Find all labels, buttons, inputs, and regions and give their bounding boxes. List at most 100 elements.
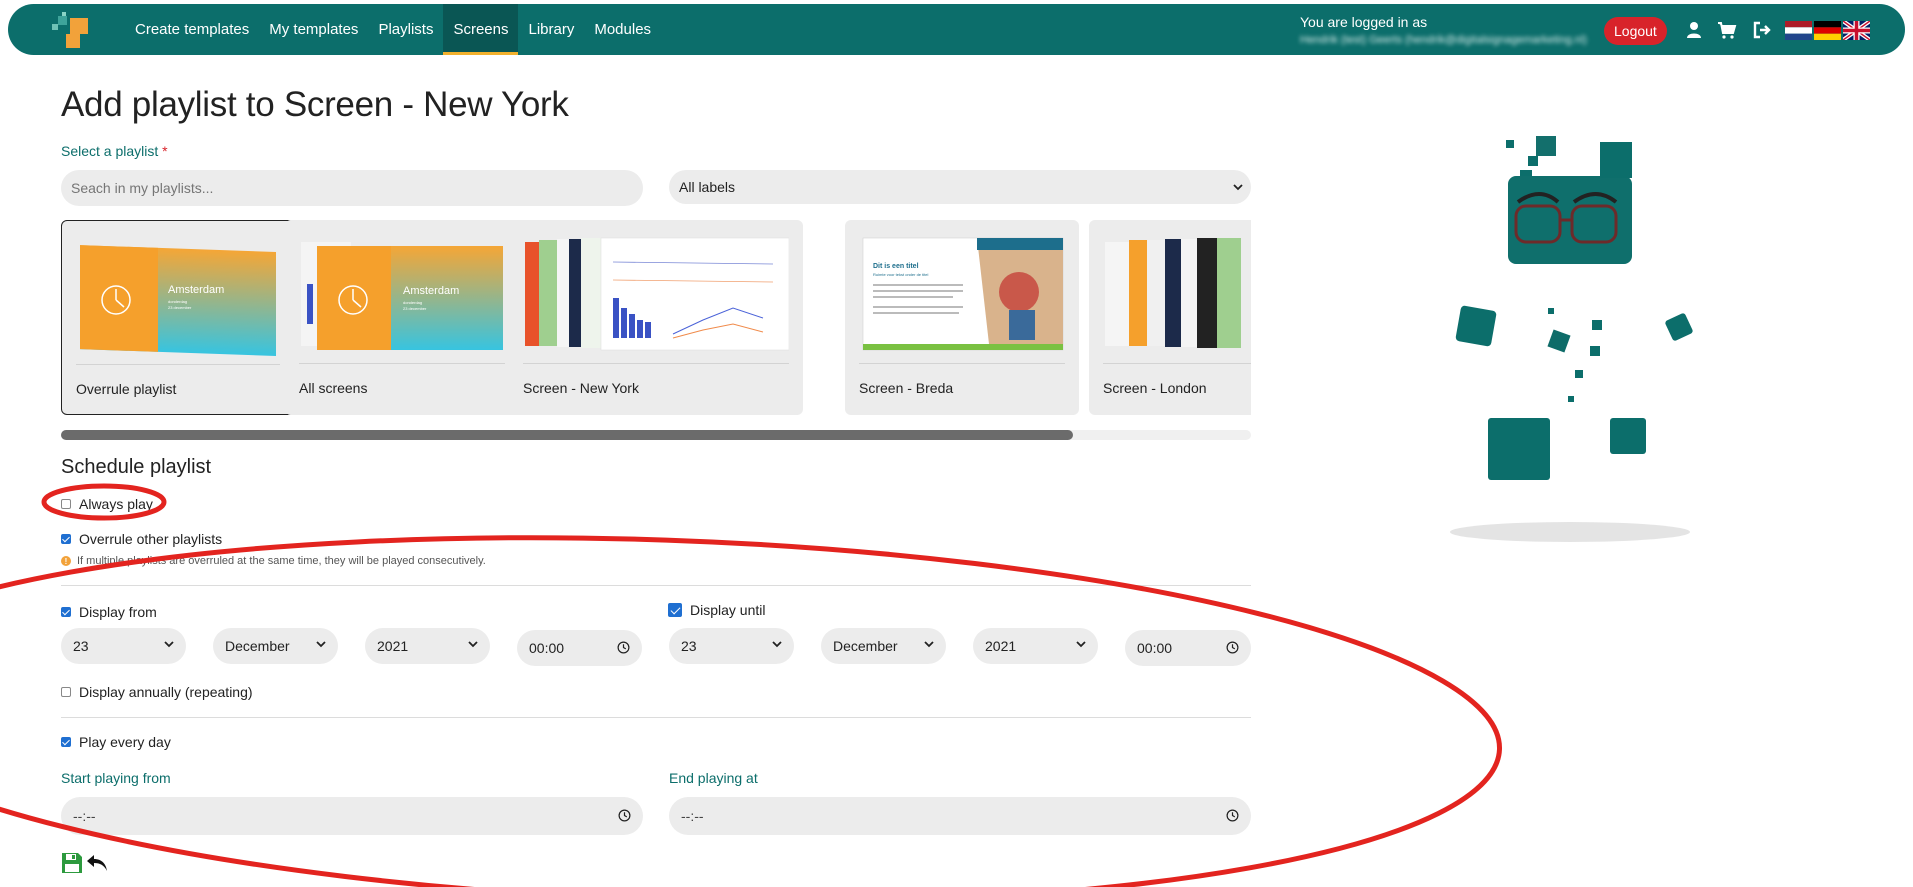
nav-modules[interactable]: Modules (584, 4, 661, 55)
nav-create-templates[interactable]: Create templates (125, 4, 259, 55)
labels-select[interactable]: All labels (669, 170, 1251, 204)
display-from-checkbox[interactable] (61, 607, 71, 617)
nav-playlists[interactable]: Playlists (368, 4, 443, 55)
start-playing-value: --:-- (73, 808, 96, 824)
annually-row[interactable]: Display annually (repeating) (61, 684, 253, 700)
thumb-subtitle: Ruimte voor tekst onder de titel (873, 272, 928, 277)
required-marker: * (162, 143, 168, 159)
from-time-value: 00:00 (529, 640, 565, 656)
clock-icon (618, 809, 631, 822)
chevron-down-icon (164, 641, 174, 648)
logged-in-user: Hendrik (test) Geerts (hendrik@digitalsi… (1300, 34, 1587, 46)
back-arrow-icon[interactable] (86, 853, 108, 873)
chevron-down-icon (1076, 641, 1086, 648)
playlist-card-overrule[interactable]: Amsterdam donderdag 23 december Overrule… (61, 220, 295, 415)
overrule-info-text: If multiple playlists are overruled at t… (77, 555, 486, 567)
playlist-thumbnail: Dit is een titel Ruimte voor tekst onder… (862, 237, 1064, 351)
clock-icon (1226, 809, 1239, 822)
logo[interactable] (46, 10, 96, 52)
mascot-illustration (1450, 136, 1693, 542)
display-until-row[interactable]: Display until (668, 602, 765, 618)
until-day-select[interactable]: 23 (669, 628, 794, 664)
from-year-value: 2021 (377, 638, 409, 654)
overrule-checkbox[interactable] (61, 534, 71, 544)
playlist-thumbnail (1105, 238, 1241, 348)
always-play-checkbox[interactable] (61, 499, 71, 509)
from-year-select[interactable]: 2021 (365, 628, 490, 664)
thumb-date: 23 december (403, 306, 427, 311)
until-year-select[interactable]: 2021 (973, 628, 1098, 664)
nav-screens[interactable]: Screens (443, 4, 519, 55)
chevron-down-icon (316, 641, 326, 648)
from-day-select[interactable]: 23 (61, 628, 186, 664)
until-month-value: December (833, 638, 898, 654)
playlist-card-new-york[interactable]: Screen - New York (509, 220, 803, 415)
nav-library[interactable]: Library (518, 4, 584, 55)
scrollbar-thumb[interactable] (61, 430, 1073, 440)
thumb-city: Amsterdam (168, 284, 224, 296)
card-divider (299, 363, 505, 364)
display-from-label: Display from (79, 604, 157, 620)
thumb-date: 23 december (168, 305, 192, 310)
every-day-checkbox[interactable] (61, 737, 71, 747)
playlist-card-label: Screen - Breda (859, 380, 954, 396)
chevron-down-icon (772, 641, 782, 648)
card-divider (1103, 363, 1251, 364)
always-play-row[interactable]: Always play (61, 496, 153, 512)
user-icon[interactable] (1684, 20, 1704, 40)
playlist-card-breda[interactable]: Dit is een titel Ruimte voor tekst onder… (845, 220, 1079, 415)
until-day-value: 23 (681, 638, 697, 654)
overrule-label: Overrule other playlists (79, 531, 223, 547)
until-time-input[interactable]: 00:00 (1125, 630, 1251, 666)
cart-icon[interactable] (1717, 20, 1737, 40)
thumb-sub: donderdag (403, 300, 422, 305)
chevron-down-icon (924, 641, 934, 648)
save-icon[interactable] (61, 852, 83, 874)
thumb-title: Dit is een titel (873, 263, 919, 270)
card-divider (76, 364, 280, 365)
select-playlist-label-text: Select a playlist (61, 143, 159, 159)
playlist-thumbnail: Amsterdam donderdag 23 december (80, 245, 276, 356)
sign-out-icon[interactable] (1752, 20, 1772, 40)
schedule-title: Schedule playlist (61, 456, 212, 478)
every-day-row[interactable]: Play every day (61, 734, 171, 750)
select-playlist-label: Select a playlist * (61, 143, 168, 159)
playlist-card-all-screens[interactable]: Amsterdam donderdag 23 december All scre… (285, 220, 519, 415)
end-playing-value: --:-- (681, 808, 704, 824)
page-title: Add playlist to Screen - New York (61, 85, 569, 124)
display-until-checkbox[interactable] (668, 603, 682, 617)
until-month-select[interactable]: December (821, 628, 946, 664)
top-navbar: Create templates My templates Playlists … (8, 4, 1905, 55)
divider (61, 585, 1251, 586)
start-playing-input[interactable]: --:-- (61, 797, 643, 835)
from-time-input[interactable]: 00:00 (517, 630, 642, 666)
nav-my-templates[interactable]: My templates (259, 4, 368, 55)
thumb-sub: donderdag (168, 299, 187, 304)
flag-nl-icon[interactable] (1785, 21, 1812, 40)
playlist-card-label: Screen - London (1103, 380, 1207, 396)
overrule-info: ! If multiple playlists are overruled at… (61, 555, 486, 567)
login-info: You are logged in as Hendrik (test) Geer… (1300, 13, 1587, 49)
until-time-value: 00:00 (1137, 640, 1173, 656)
thumb-city: Amsterdam (403, 285, 459, 297)
from-month-value: December (225, 638, 290, 654)
flag-de-icon[interactable] (1814, 21, 1841, 40)
start-playing-label: Start playing from (61, 770, 171, 786)
logout-button[interactable]: Logout (1604, 17, 1667, 45)
overrule-row[interactable]: Overrule other playlists (61, 531, 222, 547)
clock-icon (617, 641, 630, 654)
info-icon: ! (61, 556, 71, 566)
flag-uk-icon[interactable] (1843, 21, 1870, 40)
display-from-row[interactable]: Display from (61, 604, 157, 620)
card-divider (523, 363, 789, 364)
always-play-label: Always play (79, 496, 153, 512)
from-month-select[interactable]: December (213, 628, 338, 664)
end-playing-input[interactable]: --:-- (669, 797, 1251, 835)
carousel-scrollbar[interactable] (61, 430, 1251, 440)
end-playing-label: End playing at (669, 770, 758, 786)
annually-checkbox[interactable] (61, 687, 71, 697)
playlist-search-input[interactable] (61, 170, 643, 206)
until-year-value: 2021 (985, 638, 1017, 654)
annually-label: Display annually (repeating) (79, 684, 253, 700)
playlist-card-london[interactable]: Screen - London (1089, 220, 1251, 415)
